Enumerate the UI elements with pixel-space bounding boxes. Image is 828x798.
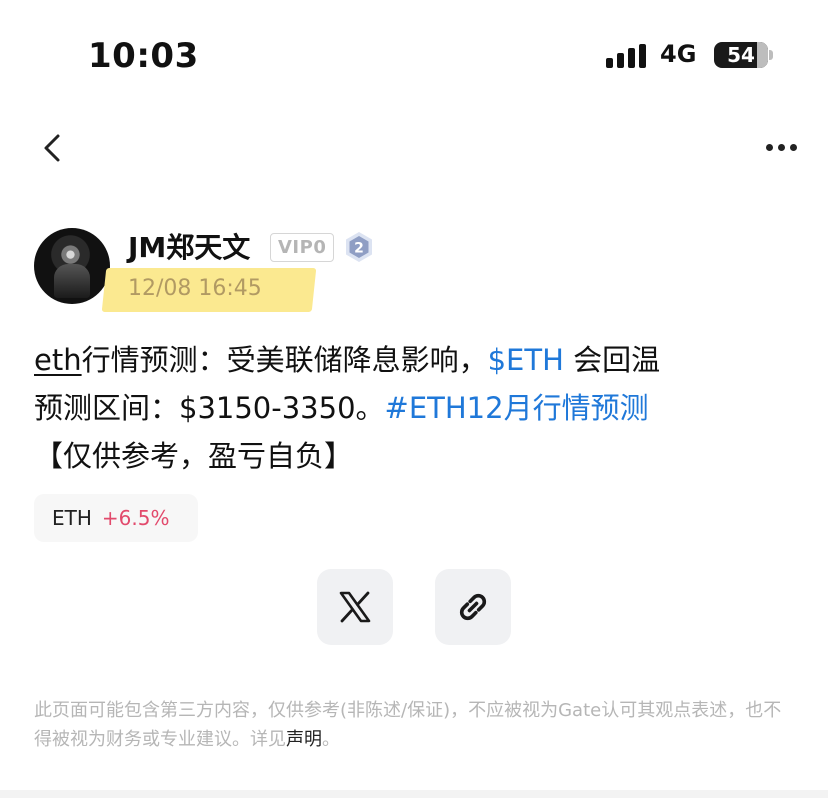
level-number: 2 (354, 241, 364, 257)
more-options-button[interactable] (758, 132, 804, 162)
chevron-left-icon (44, 134, 60, 162)
vip-badge: VIP0 (270, 233, 335, 262)
statement-link[interactable]: 声明 (286, 729, 322, 750)
ticker-change: +6.5% (101, 506, 170, 530)
disclaimer-text: 此页面可能包含第三方内容，仅供参考(非陈述/保证)，不应被视为Gate认可其观点… (34, 700, 782, 750)
network-type: 4G (660, 40, 697, 68)
bottom-divider (0, 790, 828, 798)
status-time: 10:03 (88, 36, 199, 76)
battery-level: 54 (727, 43, 755, 67)
eth-ticker-chip[interactable]: ETH +6.5% (34, 494, 198, 542)
copy-link-button[interactable] (435, 569, 511, 645)
eth-keyword: eth (34, 343, 82, 377)
content-line-3: 【仅供参考，盈亏自负】 (34, 439, 354, 473)
level-hexagon-icon: 2 (346, 232, 372, 262)
author-name[interactable]: JM郑天文 (128, 226, 250, 266)
link-icon (459, 593, 487, 621)
content-line-1: eth行情预测：受美联储降息影响，$ETH 会回温 (34, 343, 661, 377)
back-button[interactable] (32, 128, 72, 168)
hashtag-link[interactable]: #ETH12月行情预测 (385, 391, 649, 425)
author-avatar[interactable] (34, 228, 110, 304)
signal-icon (606, 44, 650, 68)
share-x-button[interactable] (317, 569, 393, 645)
battery-tip (769, 50, 773, 60)
ticker-symbol: ETH (52, 506, 92, 530)
content-line-2: 预测区间：$3150-3350。#ETH12月行情预测 (34, 391, 649, 425)
level-badge: 2 (343, 231, 375, 263)
post-timestamp: 12/08 16:45 (128, 276, 262, 301)
post-content: eth行情预测：受美联储降息影响，$ETH 会回温 预测区间：$3150-335… (34, 336, 794, 480)
battery-icon: 54 (714, 42, 768, 68)
ellipsis-icon (765, 143, 773, 151)
status-bar: 10:03 4G 54 (0, 0, 828, 110)
eth-cashtag-link[interactable]: $ETH (488, 343, 564, 377)
x-logo-icon (339, 591, 371, 623)
